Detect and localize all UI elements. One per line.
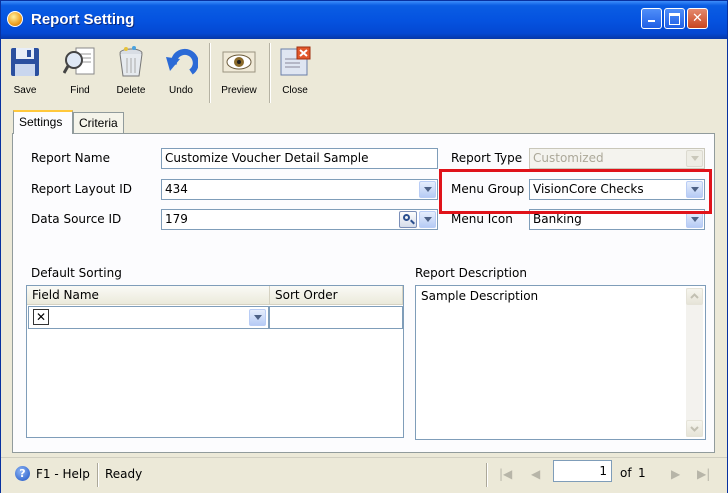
close-form-icon — [278, 45, 312, 79]
report-name-label: Report Name — [31, 151, 110, 165]
floppy-disk-icon — [8, 45, 42, 79]
app-icon — [7, 11, 23, 27]
menu-icon-label: Menu Icon — [451, 212, 513, 226]
title-bar[interactable]: Report Setting ✕ — [1, 1, 727, 39]
data-source-select[interactable]: 179 — [161, 209, 438, 230]
report-layout-value: 434 — [165, 182, 188, 196]
chevron-down-icon[interactable] — [419, 181, 436, 198]
preview-label: Preview — [221, 85, 257, 96]
field-name-header[interactable]: Field Name — [27, 286, 270, 305]
chevron-down-icon[interactable] — [249, 309, 266, 326]
status-bar: ? F1 - Help Ready |◀ ◀ of 1 ▶ ▶| — [1, 457, 727, 493]
report-description-label: Report Description — [415, 266, 527, 280]
next-page-icon[interactable]: ▶ — [671, 467, 680, 481]
find-label: Find — [70, 85, 90, 96]
save-button[interactable]: Save — [8, 43, 42, 103]
tab-criteria[interactable]: Criteria — [73, 112, 124, 133]
field-name-cell[interactable]: ✕ — [28, 306, 269, 329]
eye-icon — [222, 45, 256, 79]
delete-button[interactable]: Delete — [111, 43, 151, 103]
close-button[interactable]: Close — [277, 43, 313, 103]
delete-label: Delete — [116, 85, 146, 96]
sort-order-header[interactable]: Sort Order — [270, 286, 403, 305]
report-name-input[interactable]: Customize Voucher Detail Sample — [161, 148, 438, 169]
toolbar-separator — [209, 43, 211, 103]
help-link[interactable]: F1 - Help — [36, 467, 90, 481]
report-description-textarea[interactable]: Sample Description — [415, 285, 706, 440]
data-source-value: 179 — [165, 212, 188, 226]
default-sorting-label: Default Sorting — [31, 266, 122, 280]
trash-can-icon — [114, 45, 148, 79]
report-type-value: Customized — [533, 151, 604, 165]
help-icon[interactable]: ? — [15, 466, 30, 481]
search-icon[interactable] — [399, 211, 417, 228]
page-of-label: of — [620, 466, 632, 480]
page-number-input[interactable]: 1 — [553, 460, 612, 482]
chevron-down-icon — [686, 150, 703, 167]
undo-arrow-icon — [164, 45, 199, 79]
menu-icon-value: Banking — [533, 212, 582, 226]
tab-settings[interactable]: Settings — [13, 110, 73, 134]
close-icon: ✕ — [692, 11, 703, 26]
maximize-icon — [669, 13, 680, 25]
undo-label: Undo — [169, 85, 193, 96]
delete-row-icon[interactable]: ✕ — [33, 309, 49, 325]
status-text: Ready — [105, 467, 143, 481]
preview-button[interactable]: Preview — [216, 43, 262, 103]
report-type-select: Customized — [529, 148, 705, 169]
minimize-button[interactable] — [641, 8, 662, 29]
chevron-down-icon[interactable] — [419, 211, 436, 228]
report-layout-select[interactable]: 434 — [161, 179, 438, 200]
vertical-scrollbar[interactable] — [686, 288, 703, 437]
save-label: Save — [13, 85, 37, 96]
find-button[interactable]: Find — [60, 43, 100, 103]
status-separator — [97, 463, 99, 487]
data-source-label: Data Source ID — [31, 212, 122, 226]
report-setting-window: Report Setting ✕ Save Find Delete Undo P… — [0, 0, 728, 493]
toolbar: Save Find Delete Undo Preview Close — [6, 41, 722, 105]
previous-page-icon[interactable]: ◀ — [531, 467, 540, 481]
scroll-down-icon[interactable] — [686, 420, 703, 437]
sort-order-cell[interactable] — [269, 306, 403, 329]
find-icon — [62, 45, 97, 79]
scroll-up-icon[interactable] — [686, 288, 703, 305]
sorting-grid: Field Name Sort Order ✕ — [26, 285, 404, 438]
report-type-label: Report Type — [451, 151, 523, 165]
page-total: 1 — [638, 466, 646, 480]
status-separator — [486, 463, 488, 487]
window-title: Report Setting — [31, 11, 135, 28]
report-description-value: Sample Description — [421, 289, 539, 303]
last-page-icon[interactable]: ▶| — [697, 467, 710, 481]
highlight-box — [439, 169, 712, 214]
first-page-icon[interactable]: |◀ — [499, 467, 512, 481]
maximize-button[interactable] — [664, 8, 685, 29]
toolbar-separator — [269, 43, 271, 103]
undo-button[interactable]: Undo — [163, 43, 199, 103]
close-label: Close — [282, 85, 308, 96]
minimize-icon — [648, 20, 655, 22]
close-window-button[interactable]: ✕ — [687, 8, 708, 29]
report-layout-label: Report Layout ID — [31, 182, 132, 196]
